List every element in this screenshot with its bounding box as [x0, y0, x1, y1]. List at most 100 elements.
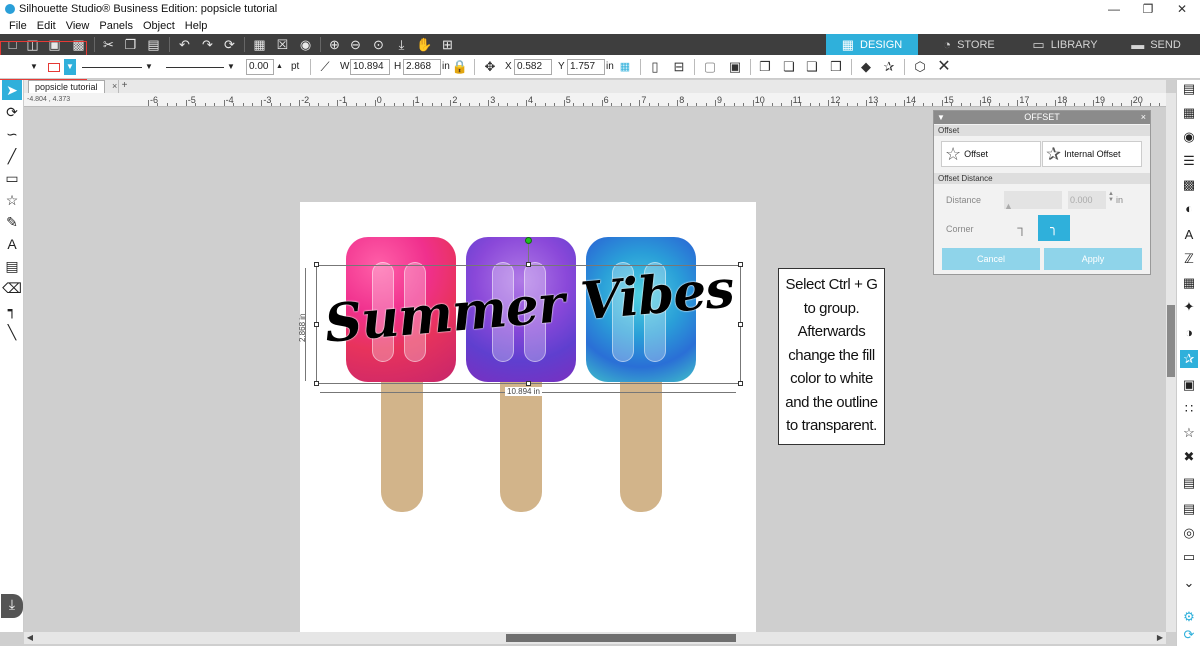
zoom-selection-icon[interactable]: ⊙ [370, 36, 387, 53]
tab-design[interactable]: ▦ DESIGN [826, 34, 918, 55]
menu-edit[interactable]: Edit [32, 20, 61, 32]
delete-x-icon[interactable]: ✕ [935, 58, 953, 76]
zoom-in-icon[interactable]: ⊕ [326, 36, 343, 53]
text-frame-icon[interactable]: ▤ [2, 256, 22, 276]
move-arrows-icon[interactable]: ✥ [481, 58, 499, 76]
modify-icon[interactable]: ◑ [1180, 324, 1198, 342]
hatch-fill-icon[interactable]: ▤ [1180, 500, 1198, 518]
menu-object[interactable]: Object [138, 20, 180, 32]
popsicle-stick-middle[interactable] [500, 382, 542, 512]
layers-icon[interactable]: ▤ [1180, 474, 1198, 492]
anchor-grid-icon[interactable]: ▦ [616, 58, 634, 76]
fill-dropdown-arrow-icon[interactable]: ▼ [30, 59, 38, 75]
select-by-color-icon[interactable]: ◉ [297, 36, 314, 53]
resize-handle[interactable] [738, 381, 743, 386]
offset-panel-icon[interactable]: ✰ [1180, 350, 1198, 368]
settings-gear-icon[interactable]: ⚙ [1180, 608, 1198, 626]
palette-icon[interactable]: ◉ [1180, 128, 1198, 146]
pan-hand-icon[interactable]: ✋ [416, 36, 433, 53]
line-tool-icon[interactable]: ⟋ [316, 58, 334, 76]
popsicle-stick-left[interactable] [381, 382, 423, 512]
3d-box-icon[interactable]: ⬡ [911, 58, 929, 76]
line-weight-dropdown-icon[interactable]: ▼ [227, 59, 235, 75]
close-button[interactable]: ✕ [1164, 0, 1200, 18]
trace-icon[interactable]: ▣ [1180, 376, 1198, 394]
scroll-right-icon[interactable]: ▶ [1154, 632, 1166, 644]
deselect-icon[interactable]: ☒ [274, 36, 291, 53]
sketch-icon[interactable]: ∷ [1180, 400, 1198, 418]
knife-icon[interactable]: ┑ [2, 300, 22, 320]
gradient-icon[interactable]: ◐ [1180, 200, 1198, 218]
sync-icon[interactable]: ⟳ [1180, 626, 1198, 644]
fit-to-page-icon[interactable]: ⊞ [439, 36, 456, 53]
tab-send[interactable]: ▬ SEND [1112, 34, 1200, 55]
menu-view[interactable]: View [61, 20, 95, 32]
polygon-star-icon[interactable]: ☆ [2, 190, 22, 210]
line-color-dropdown-icon[interactable]: ▼ [64, 59, 76, 75]
distance-spinner-icon[interactable]: ▲ ▼ [1108, 191, 1114, 203]
redo-icon[interactable]: ↷ [199, 36, 216, 53]
offset-button[interactable]: ☆ Offset [941, 141, 1041, 167]
lock-aspect-icon[interactable]: 🔒 [451, 58, 469, 76]
line-width-spinner-icon[interactable]: ▲ [276, 59, 283, 75]
copy-icon[interactable]: ❐ [122, 36, 139, 53]
fill-pattern-icon[interactable]: ▩ [1180, 176, 1198, 194]
send-backward-icon[interactable]: ❑ [803, 58, 821, 76]
pixscan-icon[interactable]: ▦ [1180, 104, 1198, 122]
bring-to-front-icon[interactable]: ❐ [756, 58, 774, 76]
line-width-field[interactable]: 0.00 [246, 59, 274, 75]
library-panel-toggle-icon[interactable]: ⤓ [1, 594, 23, 618]
line-weight-preview[interactable] [166, 67, 224, 68]
align-icon[interactable]: ▯ [646, 58, 664, 76]
eyedropper-icon[interactable]: ╲ [2, 322, 22, 342]
edit-points-icon[interactable]: ⟳ [2, 102, 22, 122]
line-icon[interactable]: ╱ [2, 146, 22, 166]
undo-icon[interactable]: ↶ [176, 36, 193, 53]
puzzle-icon[interactable]: ✖ [1180, 448, 1198, 466]
tab-store[interactable]: ◔ STORE [920, 34, 1018, 55]
menu-panels[interactable]: Panels [94, 20, 138, 32]
rectangle-icon[interactable]: ▭ [2, 168, 22, 188]
y-position-field[interactable]: 1.757 [567, 59, 605, 75]
vertical-scroll-thumb[interactable] [1167, 305, 1175, 377]
align-objects-icon[interactable]: ▦ [1180, 274, 1198, 292]
paste-icon[interactable]: ▤ [145, 36, 162, 53]
cancel-button[interactable]: Cancel [942, 248, 1040, 270]
rotate-handle[interactable] [525, 237, 532, 244]
rhinestone-icon[interactable]: ☆ [1180, 424, 1198, 442]
minimize-button[interactable]: — [1096, 0, 1132, 18]
tab-popsicle-tutorial[interactable]: popsicle tutorial [28, 80, 105, 93]
web-icon[interactable]: ◎ [1180, 524, 1198, 542]
apply-button[interactable]: Apply [1044, 248, 1142, 270]
collapse-panel-icon[interactable]: ▼ [937, 111, 945, 124]
offset-star-icon[interactable]: ✰ [880, 58, 898, 76]
tab-library[interactable]: ▭ LIBRARY [1020, 34, 1110, 55]
menu-file[interactable]: File [4, 20, 32, 32]
ungroup-icon[interactable]: ▣ [726, 58, 744, 76]
menu-help[interactable]: Help [180, 20, 213, 32]
eraser-icon[interactable]: ⌫ [2, 278, 22, 298]
fill-bucket-icon[interactable]: ◆ [857, 58, 875, 76]
add-tab-button[interactable]: + [118, 80, 130, 93]
line-style-preview[interactable] [82, 67, 142, 68]
text-icon[interactable]: A [2, 234, 22, 254]
cut-icon[interactable]: ✂ [100, 36, 117, 53]
resize-handle[interactable] [314, 262, 319, 267]
refresh-icon[interactable]: ⟳ [221, 36, 238, 53]
internal-offset-button[interactable]: ✰ Internal Offset [1042, 141, 1142, 167]
scroll-left-icon[interactable]: ◀ [24, 632, 36, 644]
center-page-icon[interactable]: ⊟ [670, 58, 688, 76]
nesting-icon[interactable]: ▭ [1180, 548, 1198, 566]
corner-round-icon[interactable]: ╮ [1038, 215, 1070, 241]
more-icon[interactable]: ⌄ [1180, 574, 1198, 592]
replicate-icon[interactable]: ✦ [1180, 298, 1198, 316]
select-all-icon[interactable]: ▦ [251, 36, 268, 53]
pointer-icon[interactable]: ➤ [2, 80, 22, 100]
height-field[interactable]: 2.868 [403, 59, 441, 75]
resize-handle[interactable] [526, 381, 531, 386]
offset-panel-title[interactable]: OFFSET ▼ × [934, 111, 1150, 124]
text-style-icon[interactable]: A [1180, 226, 1198, 244]
group-icon[interactable]: ▢ [701, 58, 719, 76]
maximize-button[interactable]: ❐ [1130, 0, 1166, 18]
close-panel-icon[interactable]: × [1141, 111, 1146, 124]
